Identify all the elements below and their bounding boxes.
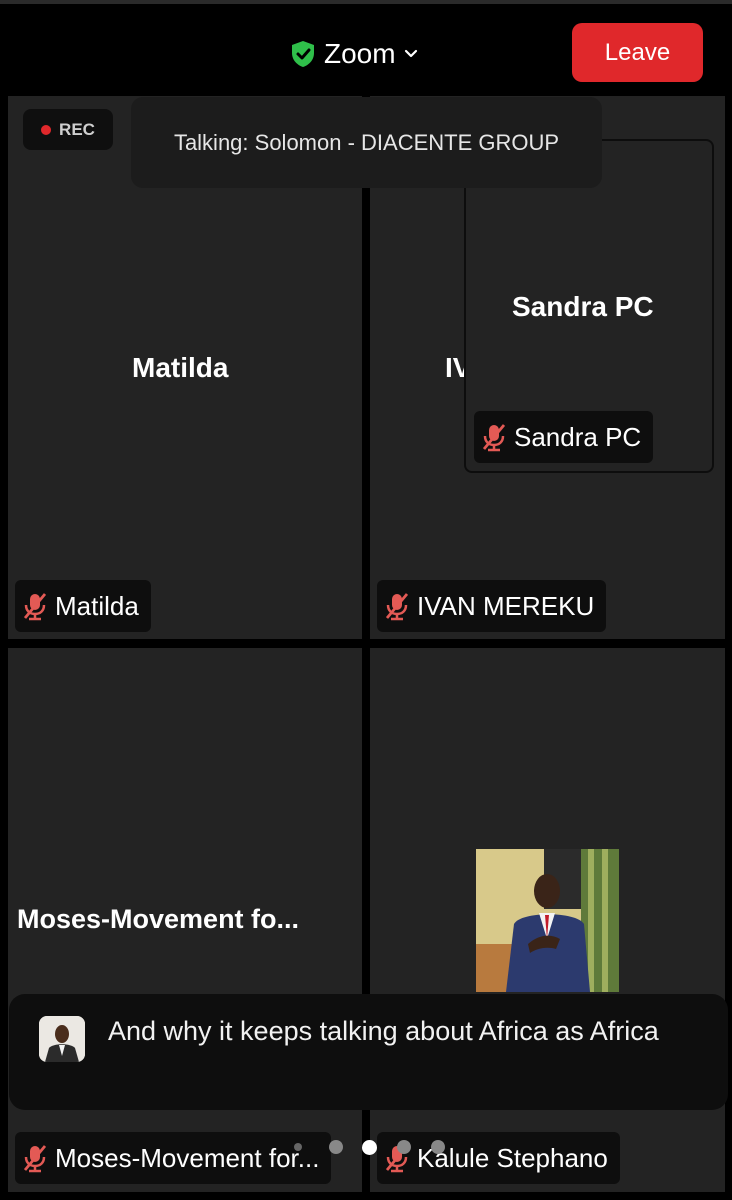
page-dot[interactable] [329,1140,343,1154]
participant-video-photo [476,849,619,992]
muted-mic-icon [385,593,409,621]
recording-badge[interactable]: REC [23,109,113,150]
page-dot[interactable] [397,1140,411,1154]
recording-label: REC [59,119,95,139]
participant-label-text: IVAN MEREKU [417,590,595,621]
thumbnail-center-name: Sandra PC [512,291,654,322]
leave-button[interactable]: Leave [572,23,703,82]
meeting-top-bar: Zoom Leave [0,0,732,96]
muted-mic-icon [23,593,47,621]
floating-thumbnail-sandra[interactable]: Sandra PC Sandra PC [464,139,714,473]
record-dot-icon [41,124,52,135]
participant-label-text: Matilda [55,590,139,621]
participant-tile-moses[interactable]: Moses-Movement fo... Moses-Movement for.… [8,648,362,1192]
meeting-title-dropdown[interactable]: Zoom [290,34,418,74]
app-title: Zoom [324,38,396,69]
speaker-avatar [39,1016,85,1062]
talking-banner-text: Talking: Solomon - DIACENTE GROUP [173,129,560,155]
thumbnail-label-text: Sandra PC [514,421,642,452]
page-indicator[interactable] [0,1138,732,1158]
talking-banner: Talking: Solomon - DIACENTE GROUP [131,97,602,188]
muted-mic-icon [482,424,506,452]
caption-overlay: And why it keeps talking about Africa as… [9,994,728,1110]
participant-center-name: Matilda [132,352,229,383]
participant-name-label: IVAN MEREKU [377,580,607,632]
participant-center-name: Moses-Movement fo... [17,904,300,934]
thumbnail-name-label: Sandra PC [474,411,654,463]
caption-text: And why it keeps talking about Africa as… [108,1016,659,1046]
chevron-down-icon [404,49,417,58]
shield-check-icon [292,41,314,67]
page-dot[interactable] [294,1143,302,1151]
page-dot-current[interactable] [362,1140,377,1155]
participant-name-label: Matilda [15,580,151,632]
page-dot[interactable] [431,1140,445,1154]
